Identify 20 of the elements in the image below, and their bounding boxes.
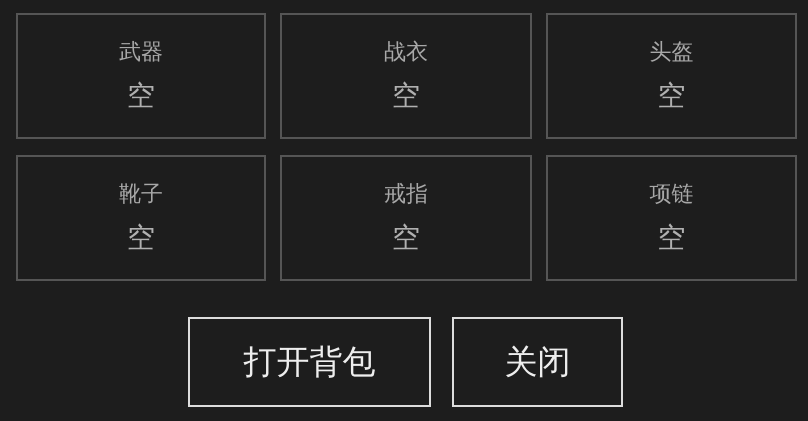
equipment-slot[interactable]: 战衣 空 bbox=[280, 13, 532, 139]
slot-label: 戒指 bbox=[384, 181, 428, 209]
slot-value: 空 bbox=[127, 78, 155, 114]
equipment-slot[interactable]: 头盔 空 bbox=[546, 13, 797, 139]
close-button[interactable]: 关闭 bbox=[452, 317, 623, 407]
slot-value: 空 bbox=[127, 220, 155, 256]
slot-label: 项链 bbox=[650, 181, 694, 209]
equipment-slot[interactable]: 戒指 空 bbox=[280, 155, 532, 281]
slot-label: 武器 bbox=[119, 39, 163, 67]
open-bag-button[interactable]: 打开背包 bbox=[188, 317, 431, 407]
equipment-slot[interactable]: 靴子 空 bbox=[16, 155, 266, 281]
equipment-slot[interactable]: 项链 空 bbox=[546, 155, 797, 281]
slot-value: 空 bbox=[392, 78, 420, 114]
slot-value: 空 bbox=[658, 220, 686, 256]
slot-label: 头盔 bbox=[650, 39, 694, 67]
slot-label: 战衣 bbox=[384, 39, 428, 67]
slot-value: 空 bbox=[658, 78, 686, 114]
slot-label: 靴子 bbox=[119, 181, 163, 209]
slot-value: 空 bbox=[392, 220, 420, 256]
equipment-slot[interactable]: 武器 空 bbox=[16, 13, 266, 139]
